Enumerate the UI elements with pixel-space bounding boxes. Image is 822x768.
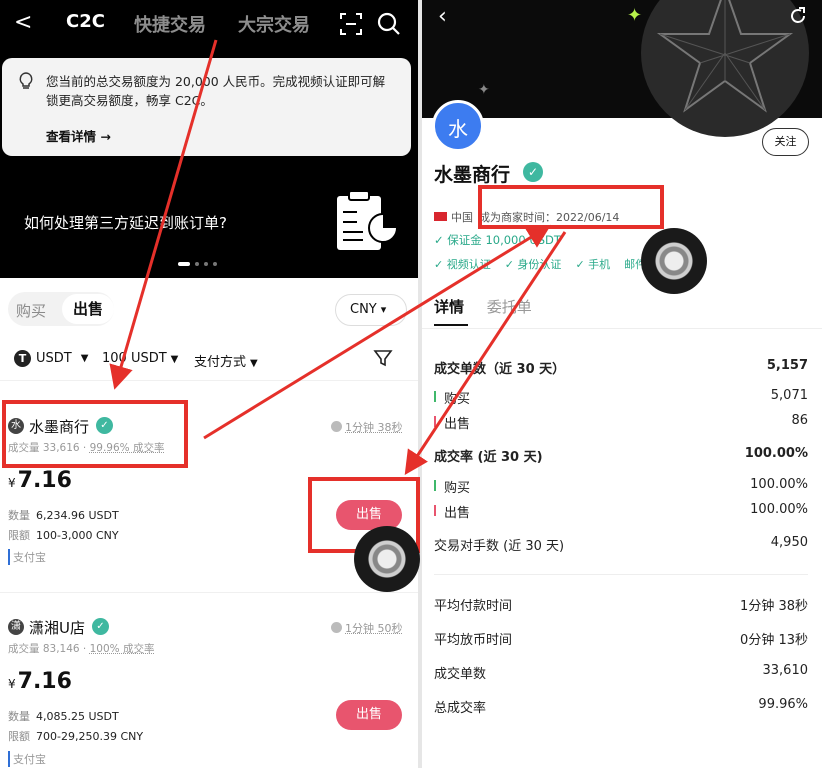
limit-row: 限额 700-29,250.39 CNY — [8, 730, 144, 743]
tether-icon: T — [14, 350, 31, 367]
dark-header: < C2C 快捷交易 大宗交易 您当前的总交易额度为 20,000 人民币。完成… — [0, 0, 418, 278]
stat-row: 交易对手数 (近 30 天) 4,950 — [434, 535, 808, 554]
back-button[interactable]: < — [14, 10, 32, 35]
avg-time: 1分钟 50秒 — [331, 620, 403, 636]
stat-row: 出售 100.00% — [434, 502, 808, 521]
star-emblem-icon — [641, 0, 809, 137]
amount-filter[interactable]: 100 USDT ▼ — [102, 351, 178, 366]
view-details-link[interactable]: 查看详情 → — [46, 126, 111, 145]
quantity-row: 数量 6,234.96 USDT — [8, 509, 119, 522]
avatar: 潇 — [8, 619, 24, 635]
merchant-name: 水墨商行 — [434, 164, 511, 186]
search-icon[interactable] — [377, 12, 401, 36]
stat-row: 成交单数（近 30 天） 5,157 — [434, 358, 808, 377]
tab-quick-trade[interactable]: 快捷交易 — [134, 11, 206, 37]
coin-filter[interactable]: T USDT ▼ — [14, 350, 88, 367]
buy-sell-toggle: 购买 出售 — [8, 292, 114, 326]
payment-filter[interactable]: 支付方式 ▼ — [194, 351, 258, 370]
stat-row: 成交率 (近 30 天) 100.00% — [434, 446, 808, 465]
verified-badge-icon: ✓ — [92, 618, 109, 635]
stat-row: 购买 5,071 — [434, 388, 808, 407]
profile-hero: ‹ ✦ ✦ — [422, 0, 822, 137]
lightbulb-icon — [19, 72, 33, 89]
quantity-row: 数量 4,085.25 USDT — [8, 710, 119, 723]
tab-block-trade[interactable]: 大宗交易 — [238, 11, 310, 37]
avg-time: 1分钟 38秒 — [331, 419, 403, 435]
verification-list: ✓ 视频认证 ✓ 身份认证 ✓ 手机 邮件 — [434, 258, 647, 271]
stat-row: 成交单数 33,610 — [434, 663, 808, 682]
stat-row: 购买 100.00% — [434, 477, 808, 496]
payment-method: 支付宝 — [8, 751, 46, 767]
price: ¥7.16 — [8, 669, 72, 694]
left-panel-c2c-market: < C2C 快捷交易 大宗交易 您当前的总交易额度为 20,000 人民币。完成… — [0, 0, 418, 768]
limit-row: 限额 100-3,000 CNY — [8, 529, 119, 542]
china-flag-icon — [434, 212, 447, 221]
profile-tabs: 详情 委托单 — [434, 296, 532, 326]
payment-method: 支付宝 — [8, 549, 46, 565]
clipboard-chart-icon — [337, 190, 398, 250]
touch-indicator — [641, 228, 707, 294]
merchant-stats: 成交量 83,146 · 100% 成交率 — [8, 643, 155, 655]
tab-c2c[interactable]: C2C — [66, 11, 105, 32]
tab-sell[interactable]: 出售 — [62, 294, 114, 324]
sell-button[interactable]: 出售 — [336, 700, 402, 730]
merchant-name[interactable]: 潇湘U店 — [29, 617, 85, 638]
tab-buy[interactable]: 购买 — [16, 300, 46, 321]
right-panel-merchant-profile: ‹ ✦ ✦ 水 关注 水墨商行 ✓ 中国 成为商家时间：2022/06/14 ✓ … — [422, 0, 822, 768]
highlight-box-merchant — [2, 400, 188, 468]
stat-row: 出售 86 — [434, 413, 808, 432]
back-button[interactable]: ‹ — [438, 4, 447, 29]
tab-orders[interactable]: 委托单 — [487, 298, 532, 316]
filter-funnel-icon[interactable] — [373, 348, 393, 368]
merchant-avatar: 水 — [432, 100, 484, 152]
security-deposit: ✓ 保证金 10,000 USDT — [434, 233, 561, 247]
highlight-box-merchant-since — [478, 185, 664, 229]
share-icon[interactable] — [788, 6, 808, 26]
filter-bar: T USDT ▼ 100 USDT ▼ 支付方式 ▼ — [14, 350, 404, 372]
coin-filter-label: USDT — [36, 351, 72, 366]
notice-text: 您当前的总交易额度为 20,000 人民币。完成视频认证即可解锁更高交易额度，畅… — [46, 74, 386, 108]
verified-badge-icon: ✓ — [523, 162, 543, 182]
stat-row: 总成交率 99.96% — [434, 697, 808, 716]
top-nav: < C2C 快捷交易 大宗交易 — [0, 0, 418, 46]
price: ¥7.16 — [8, 468, 72, 493]
banner-carousel-dots — [178, 262, 217, 266]
touch-indicator — [354, 526, 420, 592]
stat-row: 平均付款时间 1分钟 38秒 — [434, 599, 808, 614]
sparkle-icon: ✦ — [627, 5, 643, 26]
sparkle-icon: ✦ — [478, 82, 490, 98]
follow-button[interactable]: 关注 — [762, 128, 809, 156]
trade-limit-notice: 您当前的总交易额度为 20,000 人民币。完成视频认证即可解锁更高交易额度，畅… — [2, 58, 411, 156]
merchant-card[interactable]: 潇 潇湘U店 ✓ 1分钟 50秒 成交量 83,146 · 100% 成交率 ¥… — [0, 601, 418, 768]
tab-details[interactable]: 详情 — [434, 298, 464, 316]
scan-icon[interactable] — [340, 13, 362, 35]
banner-question[interactable]: 如何处理第三方延迟到账订单? — [24, 212, 227, 233]
stat-row: 平均放币时间 0分钟 13秒 — [434, 633, 808, 648]
currency-select[interactable]: CNY — [335, 294, 407, 326]
